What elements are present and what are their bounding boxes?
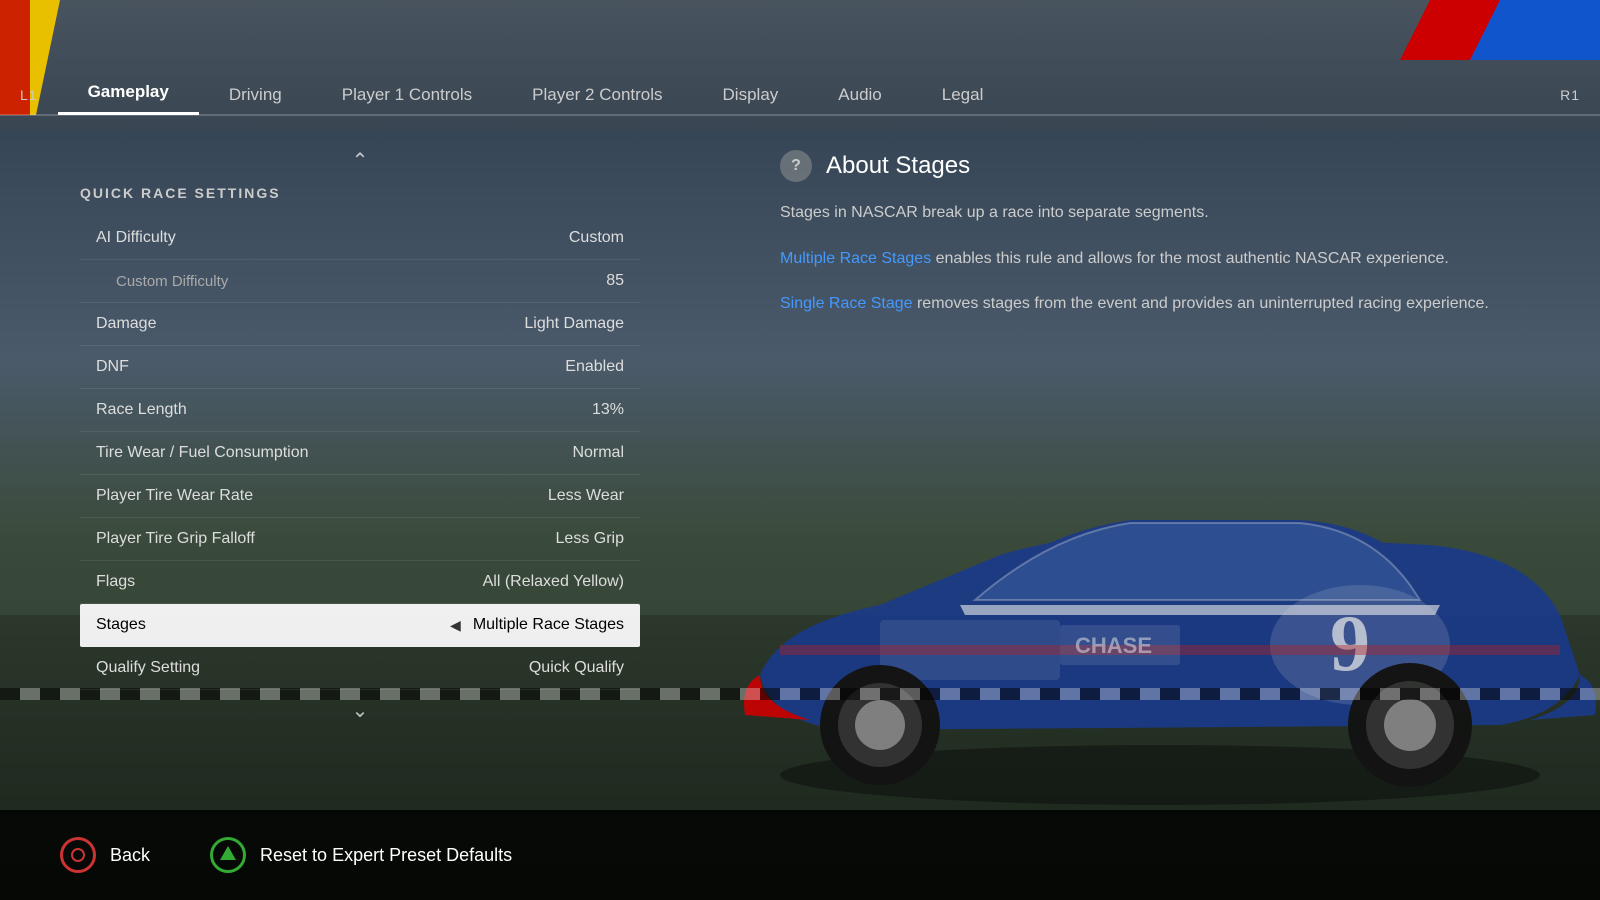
info-header: ? About Stages xyxy=(780,150,1540,182)
setting-value-tire-wear-fuel: Normal xyxy=(572,444,624,462)
info-title: About Stages xyxy=(826,152,970,180)
info-link2-desc: removes stages from the event and provid… xyxy=(913,295,1489,312)
tab-display[interactable]: Display xyxy=(693,75,809,115)
setting-value-custom-difficulty: 85 xyxy=(606,272,624,290)
tab-l1-label[interactable]: L1 xyxy=(0,87,58,115)
setting-row-damage[interactable]: Damage Light Damage xyxy=(80,303,640,346)
setting-name-player-tire-wear: Player Tire Wear Rate xyxy=(96,487,253,505)
triangle-button-icon xyxy=(210,837,246,873)
section-title: QUICK RACE SETTINGS xyxy=(80,185,640,201)
setting-name-flags: Flags xyxy=(96,573,135,591)
back-action[interactable]: Back xyxy=(60,837,150,873)
info-link1-desc: enables this rule and allows for the mos… xyxy=(931,250,1449,267)
tab-legal[interactable]: Legal xyxy=(912,75,1014,115)
tab-player2-controls[interactable]: Player 2 Controls xyxy=(502,75,692,115)
setting-row-qualify[interactable]: Qualify Setting Quick Qualify xyxy=(80,647,640,690)
setting-row-ai-difficulty[interactable]: AI Difficulty Custom xyxy=(80,217,640,260)
tab-audio[interactable]: Audio xyxy=(808,75,911,115)
setting-name-qualify: Qualify Setting xyxy=(96,659,200,677)
info-link-multiple-race-stages[interactable]: Multiple Race Stages xyxy=(780,250,931,267)
info-paragraph-2: Single Race Stage removes stages from th… xyxy=(780,291,1540,317)
tab-player1-controls[interactable]: Player 1 Controls xyxy=(312,75,502,115)
tab-driving[interactable]: Driving xyxy=(199,75,312,115)
reset-action[interactable]: Reset to Expert Preset Defaults xyxy=(210,837,512,873)
setting-value-flags: All (Relaxed Yellow) xyxy=(483,573,624,591)
setting-value-player-tire-wear: Less Wear xyxy=(548,487,624,505)
info-intro-text: Stages in NASCAR break up a race into se… xyxy=(780,200,1540,226)
settings-list: AI Difficulty Custom Custom Difficulty 8… xyxy=(80,217,640,690)
tab-gameplay[interactable]: Gameplay xyxy=(58,72,199,115)
setting-name-custom-difficulty: Custom Difficulty xyxy=(96,273,228,290)
back-label: Back xyxy=(110,845,150,866)
stages-arrow-left[interactable]: ◀ xyxy=(450,617,461,634)
setting-value-stages: Multiple Race Stages xyxy=(473,616,624,634)
triangle-shape xyxy=(220,846,236,860)
setting-value-player-tire-grip: Less Grip xyxy=(556,530,624,548)
reset-label: Reset to Expert Preset Defaults xyxy=(260,845,512,866)
info-link-single-race-stage[interactable]: Single Race Stage xyxy=(780,295,913,312)
circle-button-icon xyxy=(60,837,96,873)
setting-name-player-tire-grip: Player Tire Grip Falloff xyxy=(96,530,255,548)
info-question-icon: ? xyxy=(780,150,812,182)
top-right-deco xyxy=(1380,0,1600,60)
setting-row-player-tire-grip[interactable]: Player Tire Grip Falloff Less Grip xyxy=(80,518,640,561)
setting-value-qualify: Quick Qualify xyxy=(529,659,624,677)
setting-row-dnf[interactable]: DNF Enabled xyxy=(80,346,640,389)
setting-row-stages[interactable]: Stages ◀ Multiple Race Stages xyxy=(80,604,640,647)
tab-navigation: L1 Gameplay Driving Player 1 Controls Pl… xyxy=(0,60,1600,115)
main-content: ⌃ QUICK RACE SETTINGS AI Difficulty Cust… xyxy=(0,130,1600,800)
setting-name-tire-wear-fuel: Tire Wear / Fuel Consumption xyxy=(96,444,309,462)
setting-row-custom-difficulty[interactable]: Custom Difficulty 85 xyxy=(80,260,640,303)
setting-name-ai-difficulty: AI Difficulty xyxy=(96,229,176,247)
setting-value-ai-difficulty: Custom xyxy=(569,229,624,247)
stages-value-container: ◀ Multiple Race Stages xyxy=(450,616,624,634)
setting-row-tire-wear-fuel[interactable]: Tire Wear / Fuel Consumption Normal xyxy=(80,432,640,475)
info-paragraph-1: Multiple Race Stages enables this rule a… xyxy=(780,246,1540,272)
setting-value-dnf: Enabled xyxy=(565,358,624,376)
setting-name-stages: Stages xyxy=(96,616,146,634)
setting-name-race-length: Race Length xyxy=(96,401,187,419)
setting-row-player-tire-wear[interactable]: Player Tire Wear Rate Less Wear xyxy=(80,475,640,518)
setting-name-dnf: DNF xyxy=(96,358,129,376)
tab-r1-label[interactable]: R1 xyxy=(1540,87,1600,115)
setting-row-flags[interactable]: Flags All (Relaxed Yellow) xyxy=(80,561,640,604)
setting-name-damage: Damage xyxy=(96,315,156,333)
setting-row-race-length[interactable]: Race Length 13% xyxy=(80,389,640,432)
info-panel: ? About Stages Stages in NASCAR break up… xyxy=(720,130,1600,800)
scroll-down-arrow[interactable]: ⌄ xyxy=(80,690,640,731)
scroll-up-arrow[interactable]: ⌃ xyxy=(80,140,640,181)
settings-panel: ⌃ QUICK RACE SETTINGS AI Difficulty Cust… xyxy=(0,130,720,800)
setting-value-race-length: 13% xyxy=(592,401,624,419)
setting-value-damage: Light Damage xyxy=(524,315,624,333)
bottom-bar: Back Reset to Expert Preset Defaults xyxy=(0,810,1600,900)
